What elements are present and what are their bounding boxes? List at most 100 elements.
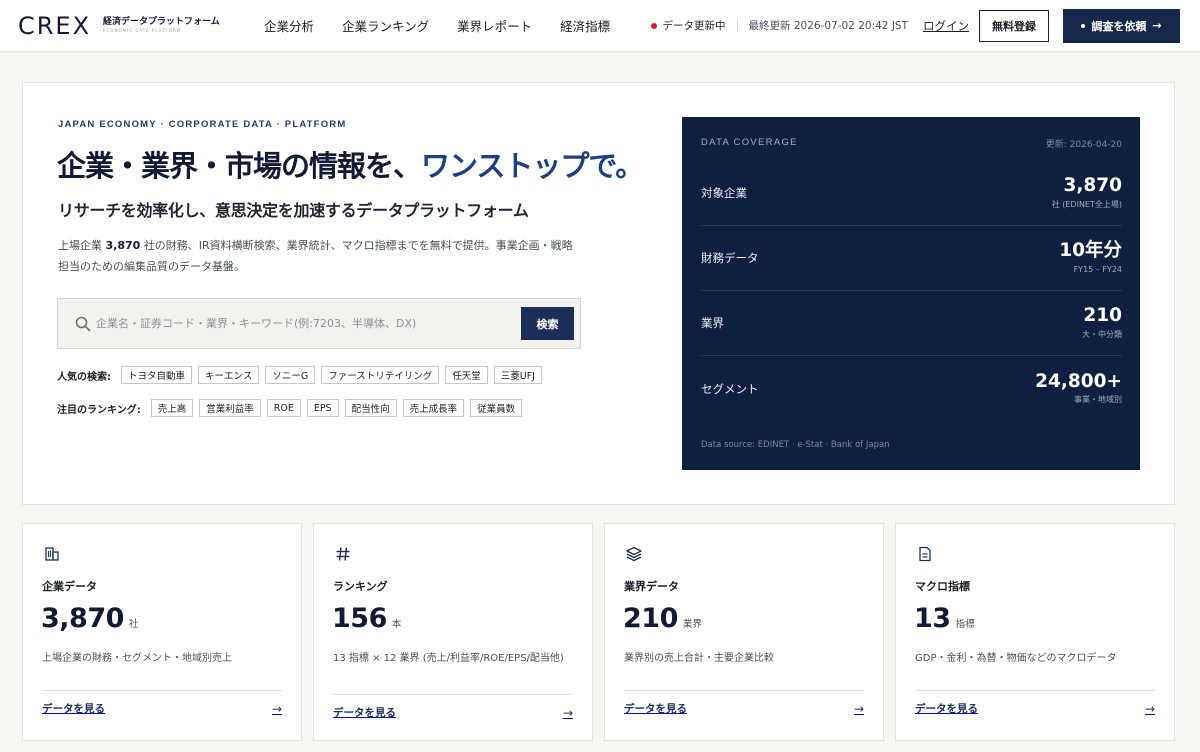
search-input[interactable]	[96, 317, 521, 330]
card-number: 210	[623, 603, 678, 634]
arrow-right-icon: →	[1152, 19, 1162, 32]
popular-chip[interactable]: トヨタ自動車	[121, 366, 193, 384]
coverage-value: 210 大・中分類	[1082, 307, 1122, 339]
ranking-chip[interactable]: 売上高	[150, 399, 194, 417]
popular-chip[interactable]: 任天堂	[445, 366, 488, 384]
request-research-button[interactable]: 調査を依頼 →	[1063, 8, 1180, 43]
coverage-sub: FY15 – FY24	[1073, 264, 1122, 274]
brand-logo[interactable]: CREX 経済データプラットフォーム ECONOMIC DATA PLATFOR…	[18, 12, 258, 40]
headline-main: 企業・業界・市場の情報を、	[57, 149, 422, 183]
header-divider	[736, 19, 738, 32]
main-nav: 企業分析 企業ランキング 業界レポート 経済指標	[264, 16, 610, 35]
nav-economic-indicators[interactable]: 経済指標	[560, 16, 610, 35]
featured-rankings: 注目のランキング: 売上高 営業利益率 ROE EPS 配当性向 売上成長率 従…	[57, 399, 523, 417]
card-value: 156 本	[332, 603, 401, 634]
data-coverage-panel: DATA COVERAGE 更新: 2026-04-20 対象企業 3,870 …	[682, 117, 1140, 470]
popular-chip[interactable]: ソニーG	[265, 366, 316, 384]
hero-subhead: リサーチを効率化し、意思決定を加速するデータプラットフォーム	[58, 201, 529, 220]
coverage-title: DATA COVERAGE	[701, 137, 798, 148]
stat-card-industry-data: 業界データ 210 業界 業界別の売上合計・主要企業比較 データを見る →	[604, 523, 884, 741]
building-icon	[45, 547, 59, 561]
ranking-label: 注目のランキング:	[57, 404, 141, 416]
card-title: 企業データ	[42, 580, 97, 593]
card-number: 3,870	[41, 603, 124, 634]
popular-searches: 人気の検索: トヨタ自動車 キーエンス ソニーG ファーストリテイリング 任天堂…	[57, 366, 542, 384]
coverage-row-segments: セグメント 24,800+ 事業・地域別	[701, 356, 1122, 421]
card-description: 13 指標 × 12 業界 (売上/利益率/ROE/EPS/配当他)	[333, 653, 564, 664]
popular-chip[interactable]: ファーストリテイリング	[321, 366, 440, 384]
ranking-chip[interactable]: 配当性向	[344, 399, 397, 417]
card-title: マクロ指標	[915, 580, 970, 593]
card-unit: 業界	[682, 619, 702, 630]
hero-section: JAPAN ECONOMY · CORPORATE DATA · PLATFOR…	[22, 82, 1175, 505]
coverage-sub: 大・中分類	[1082, 329, 1122, 339]
coverage-header: DATA COVERAGE 更新: 2026-04-20	[701, 137, 1122, 150]
hash-icon	[336, 547, 350, 561]
popular-chip[interactable]: キーエンス	[198, 366, 260, 384]
coverage-label: セグメント	[701, 381, 759, 396]
card-number: 13	[914, 603, 951, 634]
ranking-chip[interactable]: 売上成長率	[402, 399, 465, 417]
nav-industry-report[interactable]: 業界レポート	[457, 16, 532, 35]
request-research-label: 調査を依頼	[1091, 19, 1147, 33]
ranking-chip[interactable]: ROE	[266, 399, 301, 417]
view-data-link[interactable]: データを見る →	[333, 705, 573, 720]
ranking-chip[interactable]: EPS	[306, 399, 339, 417]
card-value: 3,870 社	[41, 603, 138, 634]
coverage-sub: 事業・地域別	[1074, 395, 1122, 405]
coverage-label: 財務データ	[701, 251, 759, 265]
coverage-sub: 社 (EDINET全上場)	[1051, 199, 1122, 209]
nav-company-analysis[interactable]: 企業分析	[264, 16, 314, 35]
ranking-chip[interactable]: 従業員数	[470, 399, 523, 417]
coverage-date: 更新: 2026-04-20	[1045, 140, 1122, 150]
hero-description: 上場企業 3,870 社の財務、IR資料横断検索、業界統計、マクロ指標までを無料…	[58, 235, 583, 277]
stat-card-ranking: ランキング 156 本 13 指標 × 12 業界 (売上/利益率/ROE/EP…	[313, 523, 593, 741]
card-number: 156	[332, 603, 387, 634]
view-data-link[interactable]: データを見る →	[624, 701, 864, 716]
view-data-label: データを見る	[624, 703, 687, 715]
card-description: 業界別の売上合計・主要企業比較	[624, 653, 774, 664]
popular-label: 人気の検索:	[57, 371, 111, 383]
view-data-link[interactable]: データを見る →	[42, 701, 282, 716]
header-right: データ更新中 最終更新 2026-07-02 20:42 JST ログイン 無料…	[650, 8, 1180, 43]
popular-chip[interactable]: 三菱UFJ	[493, 366, 542, 384]
coverage-source: Data source: EDINET · e-Stat · Bank of J…	[701, 440, 890, 450]
document-icon	[919, 546, 931, 562]
logo-tagline-en: ECONOMIC DATA PLATFORM	[103, 28, 182, 33]
ranking-chip[interactable]: 営業利益率	[199, 399, 261, 417]
login-link[interactable]: ログイン	[923, 18, 969, 34]
hero-headline: 企業・業界・市場の情報を、ワンストップで。	[57, 143, 644, 185]
coverage-number: 10年分	[1059, 240, 1122, 262]
headline-accent: ワンストップで。	[421, 149, 644, 183]
view-data-link[interactable]: データを見る →	[915, 701, 1155, 716]
desc-company-count: 3,870	[105, 239, 141, 252]
card-title: 業界データ	[624, 580, 679, 593]
logo-tagline-jp: 経済データプラットフォーム	[103, 17, 220, 27]
top-header: CREX 経済データプラットフォーム ECONOMIC DATA PLATFOR…	[0, 0, 1200, 52]
nav-company-ranking[interactable]: 企業ランキング	[342, 16, 429, 35]
coverage-value: 10年分 FY15 – FY24	[1059, 242, 1122, 274]
card-unit: 指標	[955, 619, 975, 630]
card-title: ランキング	[333, 580, 388, 593]
stat-card-macro-indicators: マクロ指標 13 指標 GDP・金利・為替・物価などのマクロデータ データを見る…	[895, 523, 1175, 741]
card-divider	[333, 694, 573, 695]
arrow-right-icon: →	[271, 701, 282, 716]
coverage-row-companies: 対象企業 3,870 社 (EDINET全上場)	[701, 161, 1122, 226]
popular-chips: トヨタ自動車 キーエンス ソニーG ファーストリテイリング 任天堂 三菱UFJ	[121, 366, 542, 384]
arrow-right-icon: →	[1144, 701, 1155, 716]
search-button[interactable]: 検索	[521, 307, 574, 340]
coverage-number: 210	[1083, 305, 1122, 327]
layers-icon	[626, 546, 642, 562]
card-divider	[624, 690, 864, 691]
last-updated: 最終更新 2026-07-02 20:42 JST	[748, 20, 908, 32]
coverage-row-industries: 業界 210 大・中分類	[701, 291, 1122, 356]
card-description: 上場企業の財務・セグメント・地域別売上	[42, 653, 232, 664]
register-button[interactable]: 無料登録	[979, 9, 1049, 42]
coverage-label: 対象企業	[701, 186, 747, 200]
card-value: 210 業界	[623, 603, 702, 634]
live-status: データ更新中	[650, 18, 726, 33]
coverage-row-financials: 財務データ 10年分 FY15 – FY24	[701, 226, 1122, 291]
card-unit: 社	[128, 619, 139, 630]
coverage-number: 3,870	[1063, 175, 1122, 197]
card-value: 13 指標	[914, 603, 975, 634]
